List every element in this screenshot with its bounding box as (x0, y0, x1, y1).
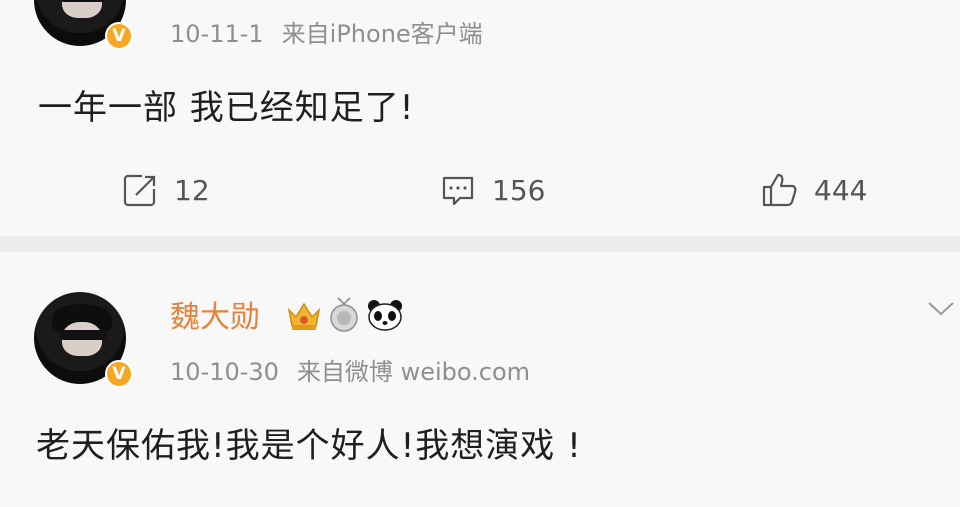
like-icon (762, 173, 797, 207)
medal-icon (330, 297, 358, 332)
repost-count: 12 (174, 173, 210, 207)
post-source[interactable]: 来自iPhone客户端 (282, 20, 483, 48)
avatar-glasses (60, 330, 106, 340)
post-date: 10-10-30 (170, 358, 279, 386)
panda-icon (368, 300, 402, 331)
post-meta: 10-11-1 来自iPhone客户端 (170, 14, 483, 49)
repost-icon (123, 174, 156, 207)
post-meta: 10-10-30 来自微博 weibo.com (170, 352, 530, 387)
post-date: 10-11-1 (170, 20, 264, 48)
comment-count: 156 (492, 173, 546, 207)
like-count: 444 (814, 173, 868, 207)
comment-icon (442, 176, 474, 206)
verified-badge-icon: V (105, 22, 133, 50)
verified-badge-icon: V (105, 360, 133, 388)
post-text: 一年一部 我已经知足了! (38, 88, 415, 128)
post-text: 老天保佑我!我是个好人!我想演戏 ! (36, 426, 582, 466)
post-source[interactable]: 来自微博 weibo.com (297, 358, 530, 386)
crown-icon (287, 302, 321, 330)
post-card: V 10-11-1 来自iPhone客户端 一年一部 我已经知足了! 12 156… (0, 0, 960, 236)
repost-button[interactable]: 12 (122, 168, 210, 212)
comment-button[interactable]: 156 (440, 168, 545, 212)
post-divider (0, 236, 960, 252)
avatar-glasses (60, 0, 106, 2)
like-button[interactable]: 444 (760, 168, 867, 212)
username[interactable]: 魏大勋 (170, 292, 260, 336)
chevron-down-icon[interactable] (926, 300, 956, 318)
avatar-face (62, 0, 102, 18)
